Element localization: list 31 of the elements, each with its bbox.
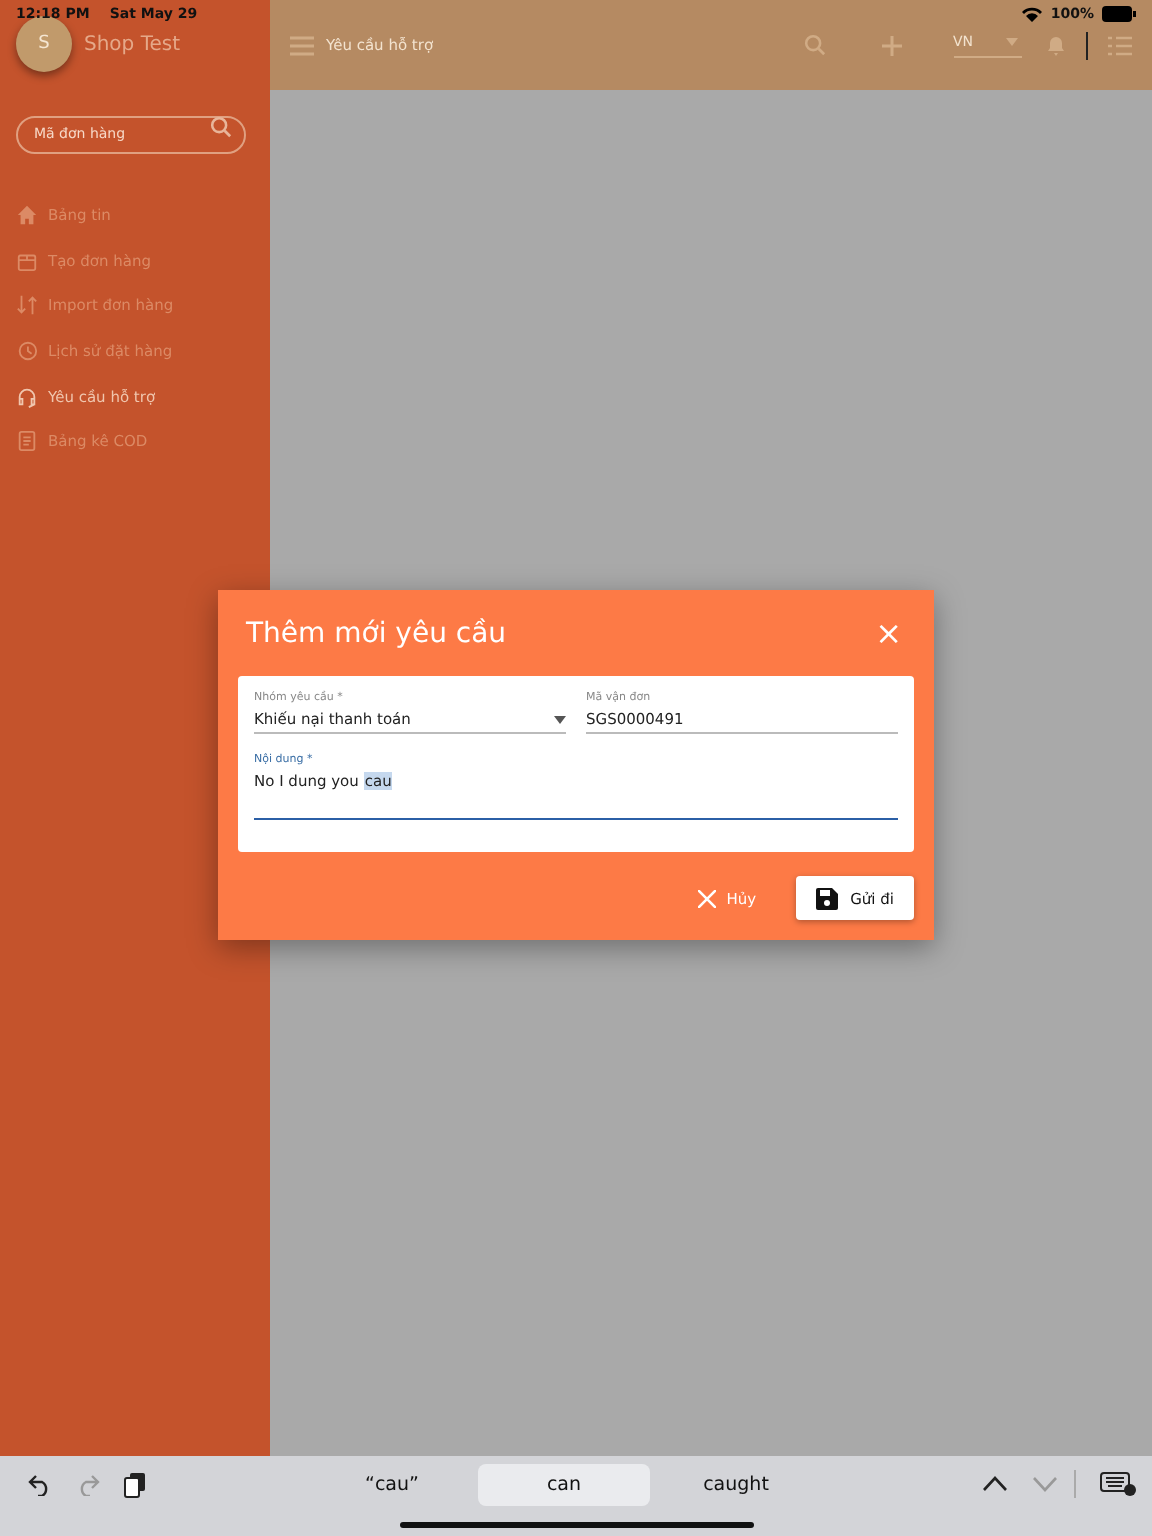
- clock-icon: [16, 340, 38, 363]
- close-icon: [698, 889, 717, 907]
- chevron-down-icon[interactable]: [1032, 1476, 1058, 1492]
- document-icon: [16, 430, 38, 453]
- bell-icon[interactable]: [1045, 34, 1065, 56]
- save-icon: [816, 887, 839, 909]
- search-icon[interactable]: [803, 34, 825, 56]
- headset-icon: [16, 385, 38, 408]
- arrows-icon: [16, 294, 38, 317]
- keyboard-icon[interactable]: [1100, 1472, 1136, 1496]
- chevron-up-icon[interactable]: [982, 1476, 1008, 1492]
- suggestion[interactable]: can: [478, 1463, 650, 1505]
- suggestion[interactable]: “cau”: [306, 1463, 478, 1505]
- shop-name: Shop Test: [84, 33, 181, 55]
- undo-icon[interactable]: [28, 1473, 52, 1495]
- battery-icon: [1102, 6, 1136, 22]
- wifi-icon: [1022, 6, 1043, 22]
- redo-icon[interactable]: [76, 1473, 100, 1495]
- avatar[interactable]: S: [16, 16, 72, 72]
- clipboard-icon[interactable]: [124, 1471, 146, 1497]
- dialog-title: Thêm mới yêu cầu: [246, 617, 507, 649]
- suggestion[interactable]: caught: [650, 1463, 822, 1505]
- list-icon[interactable]: [1108, 35, 1132, 55]
- caret-icon: [1005, 37, 1017, 45]
- home-icon: [16, 204, 38, 227]
- close-button[interactable]: ×: [863, 614, 914, 652]
- caret-icon: [554, 715, 566, 723]
- box-icon: [16, 249, 38, 272]
- menu-icon[interactable]: [290, 35, 314, 55]
- search-icon[interactable]: [210, 116, 232, 138]
- plus-icon[interactable]: [881, 35, 901, 55]
